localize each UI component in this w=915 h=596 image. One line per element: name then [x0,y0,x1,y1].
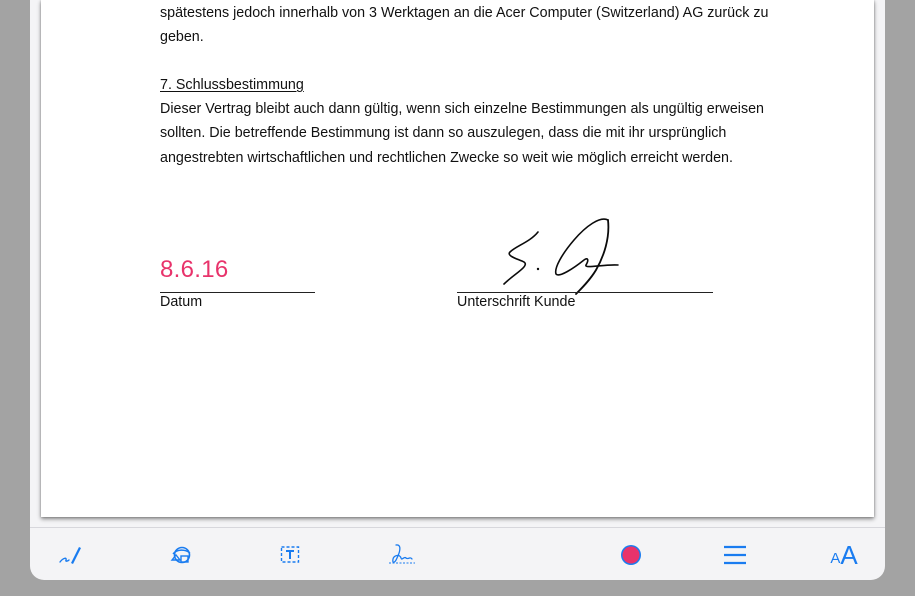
text-tool-button[interactable] [273,528,307,581]
signature-caption: Unterschrift Kunde [457,294,576,310]
line-width-button[interactable] [718,528,752,581]
body-line: Dieser Vertrag bleibt auch dann gültig, … [160,101,765,117]
body-line: angestrebten wirtschaftlichen und rechtl… [160,150,733,166]
signature-drawing[interactable] [496,212,666,297]
signature-tool-button[interactable] [382,528,422,581]
body-line: spätestens jedoch innerhalb von 3 Werkta… [160,5,769,21]
pen-icon [59,546,81,564]
signature-rule [457,292,713,293]
color-picker-button[interactable] [614,528,648,581]
text-box-icon [280,545,300,563]
date-rule [160,292,315,293]
color-dot-icon [621,544,641,565]
date-annotation[interactable]: 8.6.16 [160,256,229,284]
body-line: geben. [160,29,204,45]
body-line: sollten. Die betreffende Bestimmung ist … [160,125,727,141]
font-size-small-icon: A [830,550,841,567]
shapes-icon [170,546,191,563]
annotation-toolbar: A A [30,527,885,581]
font-size-button[interactable]: A A [824,528,864,581]
font-size-large-icon: A [840,539,858,570]
pen-tool-button[interactable] [54,528,88,581]
date-caption: Datum [160,294,203,310]
section-heading: 7. Schlussbestimmung [160,77,304,93]
shapes-tool-button[interactable] [164,528,198,581]
document-page: spätestens jedoch innerhalb von 3 Werkta… [41,0,874,517]
lines-icon [724,545,746,564]
signature-icon [389,543,415,563]
